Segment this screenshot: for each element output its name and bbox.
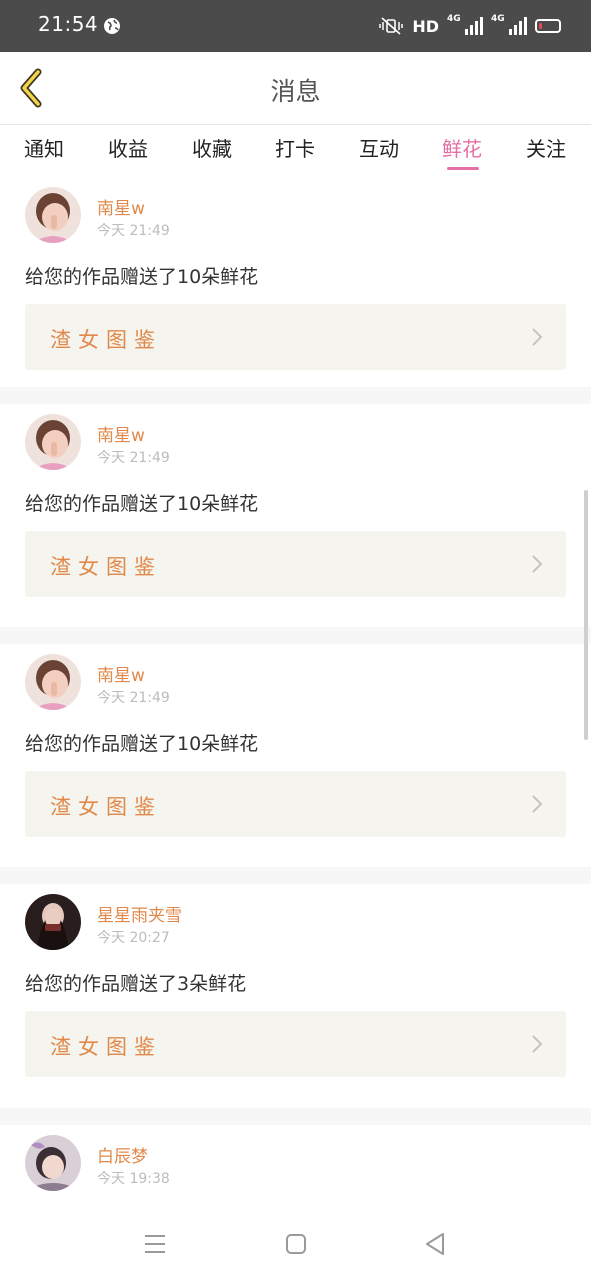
globe-icon [104,18,120,34]
timestamp: 今天 21:49 [97,450,170,466]
chevron-right-icon [532,555,543,573]
work-title: 渣女图鉴 [50,795,162,819]
signal-icon: 4G [491,14,527,35]
battery-icon [535,19,561,33]
timestamp: 今天 20:27 [97,930,170,946]
chevron-right-icon [532,328,543,346]
signal-icon: 4G [447,14,483,35]
work-title: 渣女图鉴 [50,1035,162,1059]
list-item: 白辰梦 今天 19:38 [0,1125,591,1207]
hd-label: HD [412,16,439,36]
timestamp: 今天 19:38 [97,1171,170,1187]
tab-follow[interactable]: 关注 [516,133,576,162]
status-time: 21:54 [38,12,99,36]
divider [0,867,591,884]
divider [0,1108,591,1125]
tab-checkin[interactable]: 打卡 [265,133,325,162]
work-link-button[interactable]: 渣女图鉴 [25,1011,566,1077]
scrollbar[interactable] [584,490,588,740]
username[interactable]: 南星w [97,421,145,446]
avatar[interactable] [25,187,81,243]
list-item: 南星w 今天 21:49 给您的作品赠送了10朵鲜花 渣女图鉴 [0,644,591,854]
avatar[interactable] [25,894,81,950]
work-link-button[interactable]: 渣女图鉴 [25,531,566,597]
gift-message: 给您的作品赠送了10朵鲜花 [25,733,259,755]
list-item: 星星雨夹雪 今天 20:27 给您的作品赠送了3朵鲜花 渣女图鉴 [0,884,591,1094]
work-title: 渣女图鉴 [50,328,162,352]
tab-notice[interactable]: 通知 [14,133,74,162]
work-link-button[interactable]: 渣女图鉴 [25,771,566,837]
page-title: 消息 [270,77,321,106]
username[interactable]: 星星雨夹雪 [97,901,182,926]
chevron-right-icon [532,795,543,813]
timestamp: 今天 21:49 [97,223,170,239]
active-tab-indicator [447,167,479,170]
gift-message: 给您的作品赠送了3朵鲜花 [25,973,247,995]
chevron-right-icon [532,1035,543,1053]
timestamp: 今天 21:49 [97,690,170,706]
avatar[interactable] [25,1135,81,1191]
tab-flowers[interactable]: 鲜花 [432,133,492,162]
menu-icon[interactable] [142,1231,168,1257]
username[interactable]: 白辰梦 [97,1142,148,1167]
divider [0,387,591,404]
gift-message: 给您的作品赠送了10朵鲜花 [25,266,259,288]
status-bar: 21:54 HD 4G 4G [0,0,591,52]
work-title: 渣女图鉴 [50,555,162,579]
system-nav-bar [0,1207,591,1280]
back-icon[interactable] [422,1231,448,1257]
avatar[interactable] [25,414,81,470]
list-item: 南星w 今天 21:49 给您的作品赠送了10朵鲜花 渣女图鉴 [0,177,591,387]
gift-message: 给您的作品赠送了10朵鲜花 [25,493,259,515]
divider [0,627,591,644]
tab-bar: 通知 收益 收藏 打卡 互动 鲜花 关注 [0,125,591,177]
mute-vibrate-icon [379,17,404,35]
list-item: 南星w 今天 21:49 给您的作品赠送了10朵鲜花 渣女图鉴 [0,404,591,614]
work-link-button[interactable]: 渣女图鉴 [25,304,566,370]
tab-interaction[interactable]: 互动 [349,133,409,162]
header: 消息 [0,52,591,125]
tab-favorites[interactable]: 收藏 [182,133,242,162]
username[interactable]: 南星w [97,661,145,686]
username[interactable]: 南星w [97,194,145,219]
home-icon[interactable] [283,1231,309,1257]
tab-earnings[interactable]: 收益 [98,133,158,162]
message-feed: 南星w 今天 21:49 给您的作品赠送了10朵鲜花 渣女图鉴 南星w 今天 2… [0,177,591,1207]
avatar[interactable] [25,654,81,710]
